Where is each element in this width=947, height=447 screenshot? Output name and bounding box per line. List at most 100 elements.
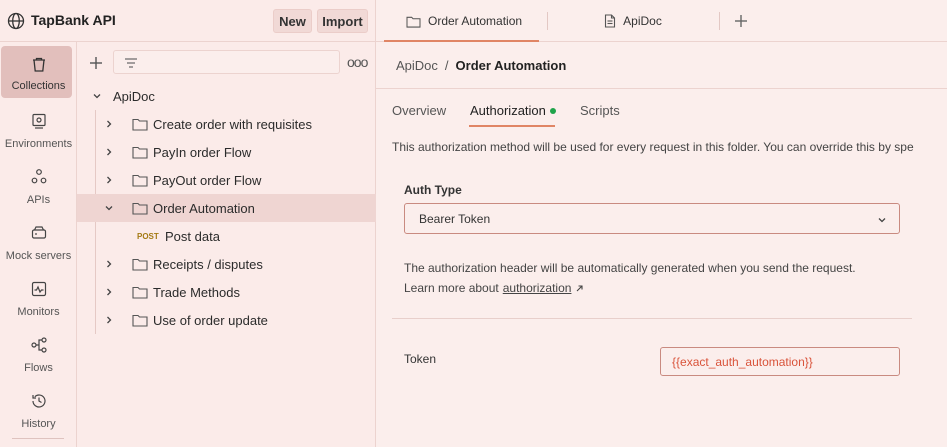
active-subtab-underline bbox=[469, 125, 555, 127]
tree-collection-label: ApiDoc bbox=[113, 89, 155, 104]
rail-item-history[interactable]: History bbox=[0, 384, 77, 436]
breadcrumb-current: Order Automation bbox=[455, 58, 567, 73]
chevron-right-icon bbox=[103, 258, 115, 270]
rail-label-collections: Collections bbox=[11, 80, 66, 92]
tree-request-row[interactable]: POST Post data bbox=[77, 222, 376, 250]
chevron-right-icon bbox=[103, 314, 115, 326]
rail-item-flows[interactable]: Flows bbox=[0, 328, 77, 380]
rail-divider bbox=[12, 438, 64, 439]
tree-collection-apidoc[interactable]: ApiDoc bbox=[77, 82, 376, 110]
rail-item-environments[interactable]: Environments bbox=[0, 104, 77, 156]
workspace-panel: TapBank API New Import Collections Envir… bbox=[0, 0, 376, 447]
collections-icon bbox=[30, 56, 48, 74]
folder-icon bbox=[132, 285, 148, 299]
chevron-right-icon bbox=[103, 174, 115, 186]
breadcrumb-parent[interactable]: ApiDoc bbox=[396, 58, 438, 73]
workspace-title[interactable]: TapBank API bbox=[31, 12, 116, 28]
chevron-down-icon bbox=[876, 214, 888, 226]
tree-folder-row[interactable]: PayIn order Flow bbox=[77, 138, 376, 166]
tree-folder-row[interactable]: Receipts / disputes bbox=[77, 250, 376, 278]
folder-icon bbox=[132, 313, 148, 327]
tab-separator bbox=[719, 12, 720, 30]
tree-folder-row[interactable]: PayOut order Flow bbox=[77, 166, 376, 194]
tab-label: Order Automation bbox=[428, 14, 523, 28]
auth-type-select[interactable]: Bearer Token bbox=[404, 203, 900, 234]
token-label: Token bbox=[404, 352, 437, 366]
rail-item-monitors[interactable]: Monitors bbox=[0, 272, 77, 324]
rail-label-environments: Environments bbox=[4, 138, 73, 150]
section-divider bbox=[392, 318, 912, 319]
tab-order-automation[interactable]: Order Automation bbox=[386, 0, 538, 42]
auth-note-line: The authorization header will be automat… bbox=[404, 261, 856, 275]
rail-label-history: History bbox=[21, 418, 56, 430]
environments-icon bbox=[30, 112, 48, 130]
tree-folder-row[interactable]: Create order with requisites bbox=[77, 110, 376, 138]
rail-item-apis[interactable]: APIs bbox=[0, 160, 77, 212]
active-status-dot bbox=[550, 108, 556, 114]
chevron-right-icon bbox=[103, 286, 115, 298]
tree-folder-label: Use of order update bbox=[153, 313, 268, 328]
globe-icon bbox=[7, 12, 25, 30]
folder-icon bbox=[406, 16, 421, 28]
filter-input[interactable] bbox=[113, 50, 340, 74]
folder-icon bbox=[132, 257, 148, 271]
tree-folder-label: Trade Methods bbox=[153, 285, 240, 300]
folder-icon bbox=[132, 173, 148, 187]
auth-type-label: Auth Type bbox=[404, 183, 462, 197]
monitors-icon bbox=[30, 280, 48, 298]
more-options-icon[interactable]: ooo bbox=[347, 54, 368, 70]
chevron-right-icon bbox=[103, 118, 115, 130]
new-button[interactable]: New bbox=[273, 9, 312, 33]
auth-learn-more: Learn more about authorization bbox=[404, 281, 584, 295]
tree-folder-label: Order Automation bbox=[153, 201, 255, 216]
tree-request-label: Post data bbox=[165, 229, 220, 244]
flows-icon bbox=[30, 336, 48, 354]
sidebar-rail: Collections Environments APIs Mock serve… bbox=[0, 42, 77, 447]
tree-folder-row-selected[interactable]: Order Automation bbox=[77, 194, 376, 222]
mock-servers-icon bbox=[30, 224, 48, 242]
learn-more-prefix: Learn more about bbox=[404, 281, 499, 295]
chevron-right-icon bbox=[103, 146, 115, 158]
import-button[interactable]: Import bbox=[317, 9, 368, 33]
active-tab-underline bbox=[384, 40, 539, 42]
apis-icon bbox=[30, 168, 48, 186]
tree-folder-label: Create order with requisites bbox=[153, 117, 312, 132]
external-link-icon bbox=[575, 284, 584, 293]
new-tab-icon[interactable] bbox=[733, 13, 749, 29]
authorization-link[interactable]: authorization bbox=[503, 281, 572, 295]
tree-folder-row[interactable]: Use of order update bbox=[77, 306, 376, 334]
folder-icon bbox=[132, 201, 148, 215]
rail-label-flows: Flows bbox=[24, 362, 53, 374]
add-icon[interactable] bbox=[88, 55, 104, 71]
folder-icon bbox=[132, 145, 148, 159]
workspace-header: TapBank API New Import bbox=[0, 0, 376, 42]
tab-apidoc[interactable]: ApiDoc bbox=[547, 0, 719, 42]
rail-label-apis: APIs bbox=[26, 194, 51, 206]
collection-tree-panel: ooo ApiDoc Create order with requisites bbox=[77, 42, 376, 447]
subtab-scripts[interactable]: Scripts bbox=[580, 103, 620, 118]
tree-folder-label: Receipts / disputes bbox=[153, 257, 263, 272]
breadcrumb: ApiDoc / Order Automation bbox=[396, 58, 566, 73]
auth-description: This authorization method will be used f… bbox=[392, 140, 914, 154]
tree-folder-label: PayOut order Flow bbox=[153, 173, 262, 188]
tree-folder-label: PayIn order Flow bbox=[153, 145, 252, 160]
tree-folder-row[interactable]: Trade Methods bbox=[77, 278, 376, 306]
editor-tab-bar: Order Automation ApiDoc bbox=[376, 0, 947, 42]
filter-icon bbox=[125, 58, 137, 68]
rail-item-mock-servers[interactable]: Mock servers bbox=[0, 216, 77, 268]
rail-label-mock-servers: Mock servers bbox=[5, 250, 72, 262]
method-badge: POST bbox=[137, 232, 159, 241]
subtab-overview[interactable]: Overview bbox=[392, 103, 446, 118]
rail-item-collections[interactable]: Collections bbox=[0, 42, 77, 98]
auth-type-value: Bearer Token bbox=[419, 212, 491, 226]
document-icon bbox=[605, 14, 616, 28]
chevron-down-icon bbox=[91, 90, 103, 102]
breadcrumb-separator: / bbox=[444, 58, 449, 73]
subtab-authorization[interactable]: Authorization bbox=[470, 103, 546, 118]
rail-label-monitors: Monitors bbox=[17, 306, 60, 318]
folder-icon bbox=[132, 117, 148, 131]
chevron-down-icon bbox=[103, 202, 115, 214]
tab-label: ApiDoc bbox=[623, 14, 662, 28]
header-divider bbox=[376, 88, 947, 89]
token-input[interactable] bbox=[660, 347, 900, 376]
